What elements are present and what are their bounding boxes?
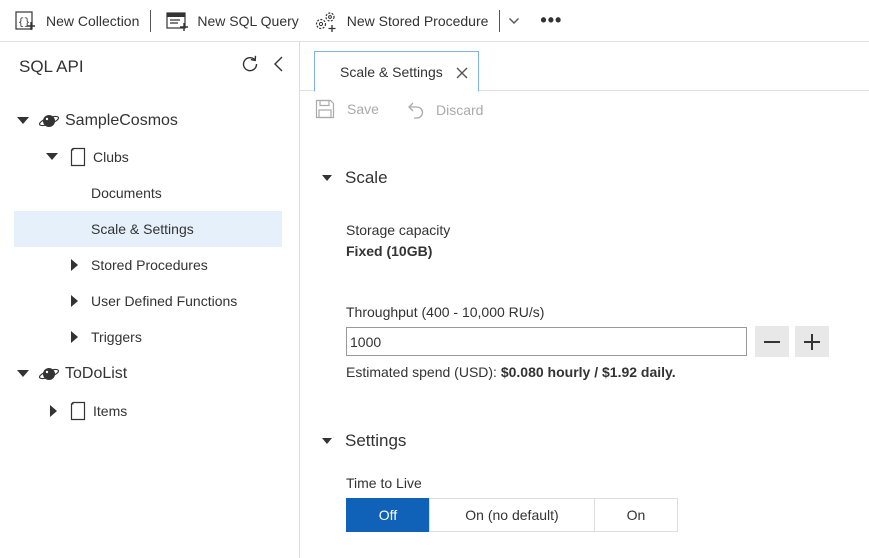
throughput-input[interactable]: [346, 327, 747, 356]
tree-label: User Defined Functions: [91, 293, 238, 309]
collection-icon: [70, 147, 86, 167]
more-icon: •••: [540, 10, 563, 30]
new-collection-label: New Collection: [46, 12, 140, 29]
new-sql-query-label: New SQL Query: [197, 12, 299, 29]
tree-database-todolist[interactable]: ToDoList: [14, 356, 282, 392]
caret-collapsed-icon: [69, 331, 81, 343]
tab-label: Scale & Settings: [340, 63, 443, 80]
caret-expanded-icon: [46, 151, 58, 163]
chevron-down-icon: [509, 17, 520, 24]
main-panel: Scale & Settings Save Discard Scale Stor…: [300, 42, 869, 558]
ttl-option-off[interactable]: Off: [346, 498, 430, 532]
ttl-option-on-no-default[interactable]: On (no default): [429, 498, 595, 532]
plus-icon: [804, 333, 820, 350]
new-sql-query-icon: [166, 11, 189, 31]
save-label: Save: [347, 101, 379, 117]
settings-section-header[interactable]: Settings: [322, 431, 406, 451]
save-icon: [315, 99, 335, 119]
scale-section-header[interactable]: Scale: [322, 168, 388, 188]
tab-scale-settings[interactable]: Scale & Settings: [314, 51, 479, 92]
toolbar-divider: [499, 9, 501, 32]
tree-item-user-defined-functions[interactable]: User Defined Functions: [14, 283, 282, 319]
tree-label: Clubs: [93, 149, 129, 165]
decrement-button[interactable]: [755, 326, 789, 357]
caret-expanded-icon: [17, 368, 29, 380]
estimated-spend-value: $0.080 hourly / $1.92 daily.: [500, 364, 676, 380]
caret-expanded-icon: [322, 175, 332, 181]
command-bar: Save Discard: [300, 92, 869, 128]
settings-section-title: Settings: [345, 431, 407, 450]
tree-label: Items: [93, 403, 128, 419]
estimated-spend: Estimated spend (USD): $0.080 hourly / $…: [346, 364, 676, 380]
ttl-option-on[interactable]: On: [594, 498, 678, 532]
tree-label: Stored Procedures: [91, 257, 208, 273]
new-sql-query-button[interactable]: New SQL Query: [151, 0, 299, 42]
tree-label: SampleCosmos: [65, 112, 178, 129]
time-to-live-label: Time to Live: [346, 475, 422, 491]
tree-label: ToDoList: [65, 365, 128, 382]
discard-label: Discard: [436, 102, 484, 118]
top-toolbar: {} New Collection New SQL Query New Stor…: [0, 0, 869, 42]
database-icon: [38, 368, 60, 380]
caret-collapsed-icon: [48, 405, 60, 417]
storage-capacity-value: Fixed (10GB): [346, 243, 433, 259]
tree-collection-items[interactable]: Items: [14, 393, 282, 429]
tab-bar: Scale & Settings: [300, 42, 869, 92]
storage-capacity-label: Storage capacity: [346, 222, 451, 238]
new-stored-procedure-label: New Stored Procedure: [346, 12, 489, 29]
tree-item-stored-procedures[interactable]: Stored Procedures: [14, 247, 282, 283]
throughput-label: Throughput (400 - 10,000 RU/s): [346, 304, 545, 320]
tree-label: Documents: [91, 185, 162, 201]
minus-icon: [764, 340, 780, 343]
caret-collapsed-icon: [69, 295, 81, 307]
caret-expanded-icon: [322, 438, 332, 444]
save-button[interactable]: Save: [315, 99, 379, 119]
more-options-button[interactable]: •••: [540, 0, 562, 42]
new-stored-procedure-button[interactable]: New Stored Procedure: [299, 0, 489, 42]
tree-item-scale-settings[interactable]: Scale & Settings: [14, 211, 282, 247]
database-icon: [38, 115, 60, 127]
collapse-sidebar-icon[interactable]: [271, 54, 287, 74]
scale-section-title: Scale: [345, 168, 388, 187]
refresh-icon[interactable]: [240, 54, 260, 74]
tree-label: Scale & Settings: [91, 221, 194, 237]
caret-collapsed-icon: [69, 259, 81, 271]
tree-item-documents[interactable]: Documents: [14, 175, 282, 211]
svg-text:{}: {}: [18, 17, 30, 29]
new-collection-icon: {}: [15, 10, 35, 30]
tree-item-triggers[interactable]: Triggers: [14, 319, 282, 355]
new-stored-procedure-icon: [315, 11, 336, 32]
close-icon[interactable]: [455, 66, 469, 80]
time-to-live-toggle-group: Off On (no default) On: [346, 498, 678, 532]
tree-database-samplecosmos[interactable]: SampleCosmos: [14, 103, 282, 139]
resource-tree-sidebar: SQL API SampleCosmos Clubs Documents Sca…: [0, 42, 300, 558]
new-collection-button[interactable]: {} New Collection: [0, 0, 139, 42]
tree-collection-clubs[interactable]: Clubs: [14, 139, 282, 175]
tree-label: Triggers: [91, 329, 142, 345]
collection-icon: [70, 401, 86, 421]
discard-button[interactable]: Discard: [404, 99, 483, 121]
sidebar-title: SQL API: [19, 57, 84, 76]
toolbar-overflow-chevron[interactable]: [508, 0, 520, 42]
estimated-spend-label: Estimated spend (USD):: [346, 364, 501, 380]
increment-button[interactable]: [795, 326, 829, 357]
undo-icon: [408, 102, 424, 119]
caret-expanded-icon: [17, 115, 29, 127]
